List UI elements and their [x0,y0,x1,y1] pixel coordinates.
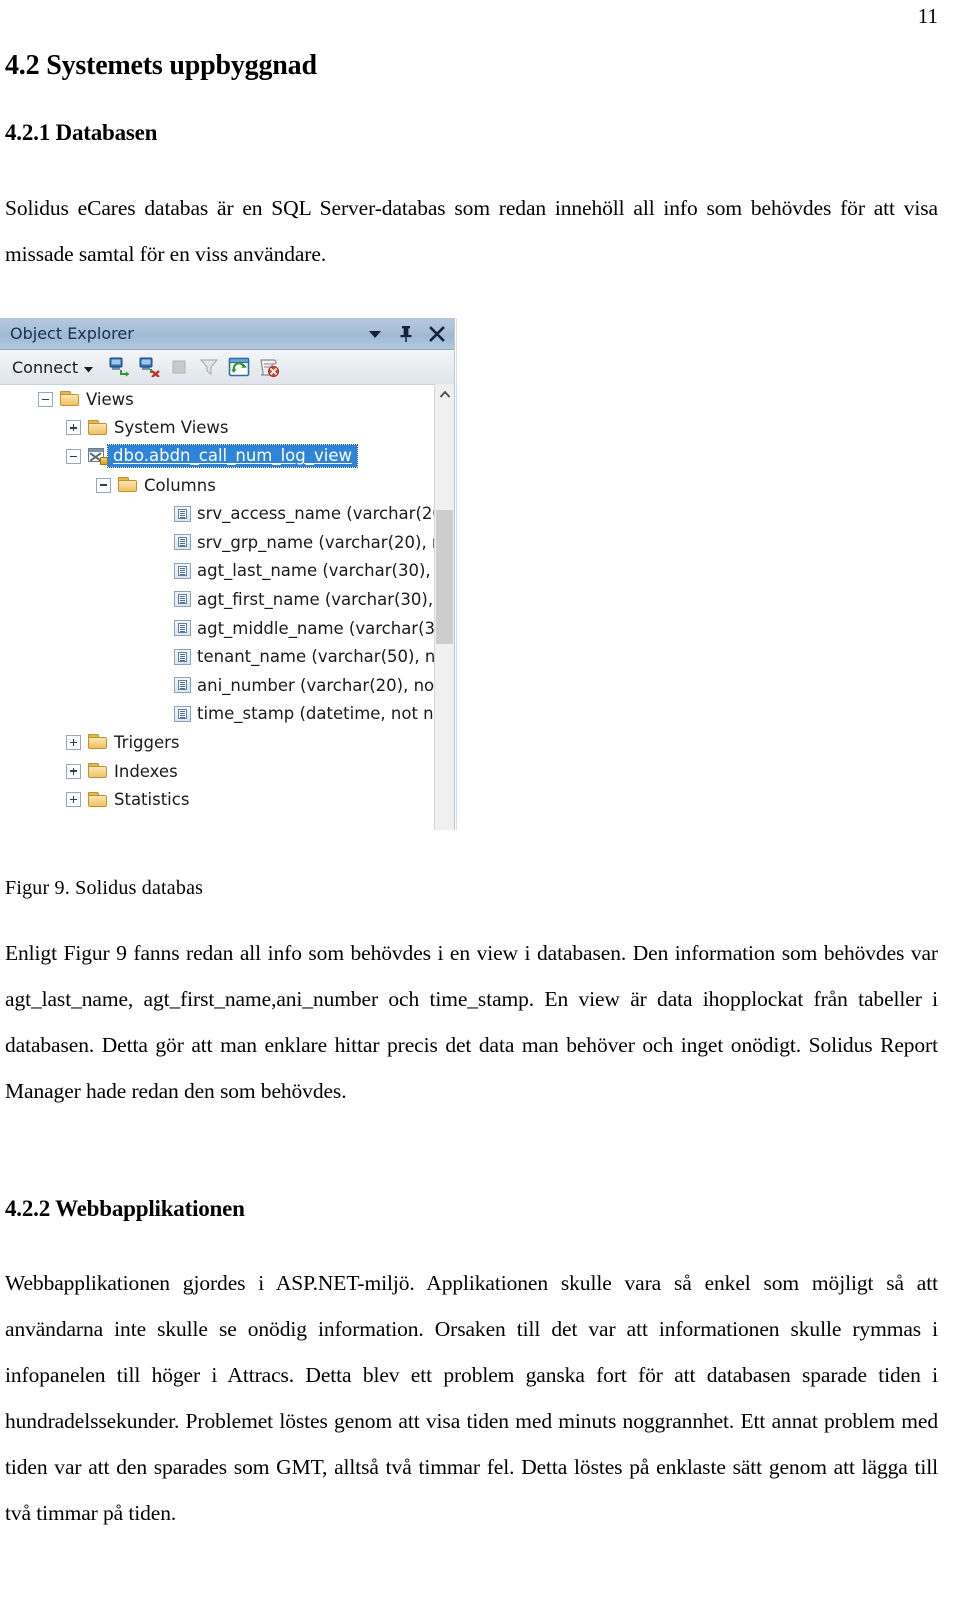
column-icon [174,648,191,665]
chevron-down-icon[interactable] [366,323,384,345]
document-content: 4.2 Systemets uppbyggnad 4.2.1 Databasen… [5,50,938,277]
tree-node-indexes[interactable]: Indexes [0,757,454,786]
expander-minus-icon[interactable] [96,477,111,493]
paragraph-intro: Solidus eCares databas är en SQL Server-… [5,195,938,266]
folder-icon [60,391,80,407]
expander-plus-icon[interactable] [66,763,81,779]
heading-4-2-2: 4.2.2 Webbapplikationen [5,1196,245,1221]
tree-node-triggers[interactable]: Triggers [0,728,454,757]
connect-caret-icon [84,358,94,377]
refresh-icon[interactable] [227,355,251,379]
page-number: 11 [917,4,938,28]
figure-caption: Figur 9. Solidus databas [5,877,204,899]
tree-node-column[interactable]: srv_access_name (varchar(20 [0,499,454,528]
tree-node-column[interactable]: agt_last_name (varchar(30), [0,557,454,586]
tree-node-label: Columns [144,475,216,495]
tree-node-label: time_stamp (datetime, not n [197,704,434,724]
tree-node-views[interactable]: Views [0,385,454,414]
tree-node-label: Views [86,389,134,409]
tree-node-abdn-call-num-log-view[interactable]: dbo.abdn_call_num_log_view [0,442,454,471]
expander-minus-icon[interactable] [66,448,81,464]
connect-button-label: Connect [12,357,79,377]
paragraph-after-figure: Enligt Figur 9 fanns redan all info som … [5,941,938,1103]
tree-node-label: tenant_name (varchar(50), n [197,647,436,667]
tree-node-label: ani_number (varchar(20), no [197,675,435,695]
scroll-up-arrow-icon[interactable] [435,384,454,404]
column-icon [174,620,191,637]
object-explorer-toolbar: Connect [0,350,454,385]
tree-node-column[interactable]: time_stamp (datetime, not n [0,700,454,729]
tree-node-label: System Views [114,418,229,438]
figure-right-edge [456,318,468,830]
document-page: 11 4.2 Systemets uppbyggnad 4.2.1 Databa… [0,0,960,1598]
paragraph-webapp: Webbapplikationen gjordes i ASP.NET-milj… [5,1271,938,1526]
heading-4-2-1: 4.2.1 Databasen [5,120,158,146]
titlebar-buttons [366,318,446,349]
tree-node-label: agt_last_name (varchar(30), [197,561,431,581]
connect-server-icon[interactable] [107,355,131,379]
stop-icon [167,355,191,379]
database-view-icon [88,447,108,465]
folder-icon [118,477,138,493]
object-explorer-panel: Object Explorer Connect Views System Vie… [0,318,455,831]
scrollbar-thumb[interactable] [436,510,453,644]
column-icon [174,705,191,722]
tree-node-column[interactable]: tenant_name (varchar(50), n [0,642,454,671]
tree-node-system-views[interactable]: System Views [0,414,454,443]
heading-4-2: 4.2 Systemets uppbyggnad [5,50,317,81]
column-icon [174,562,191,579]
connect-button[interactable]: Connect [8,356,97,379]
expander-plus-icon[interactable] [66,420,81,436]
object-explorer-titlebar: Object Explorer [0,318,454,350]
expander-plus-icon[interactable] [66,792,81,808]
figure-object-explorer: Object Explorer Connect Views System Vie… [0,318,468,831]
folder-icon [88,791,108,808]
tree-node-statistics[interactable]: Statistics [0,785,454,814]
tree-node-column[interactable]: agt_middle_name (varchar(3 [0,614,454,643]
disconnect-server-icon[interactable] [137,355,161,379]
close-icon[interactable] [428,323,446,345]
tree-vertical-scrollbar[interactable] [434,384,454,830]
pin-icon[interactable] [397,323,415,345]
tree-node-column[interactable]: srv_grp_name (varchar(20), n [0,528,454,557]
folder-icon [88,734,108,750]
tree-node-label: agt_first_name (varchar(30), [197,589,434,609]
tree-node-label: Statistics [114,790,190,810]
tree-node-column[interactable]: ani_number (varchar(20), no [0,671,454,700]
folder-icon [88,419,108,436]
tree-node-label: srv_grp_name (varchar(20), n [197,532,443,552]
document-content-lower: Figur 9. Solidus databas Enligt Figur 9 … [5,876,938,1536]
object-explorer-tree: Views System Views dbo.abdn_call_num_log… [0,385,454,831]
tree-node-label: Triggers [114,732,180,752]
filter-icon[interactable] [197,355,221,379]
tree-node-column[interactable]: agt_first_name (varchar(30), [0,585,454,614]
tree-node-label: dbo.abdn_call_num_log_view [106,444,359,469]
tree-node-label: agt_middle_name (varchar(3 [197,618,436,638]
script-report-icon[interactable] [257,355,281,379]
column-icon [174,534,191,551]
tree-node-label: srv_access_name (varchar(20 [197,504,443,524]
column-icon [174,677,191,694]
expander-minus-icon[interactable] [38,391,53,407]
folder-icon [88,763,108,779]
column-icon [174,591,191,608]
tree-node-label: Indexes [114,761,178,781]
object-explorer-title: Object Explorer [10,324,134,343]
tree-node-columns[interactable]: Columns [0,471,454,500]
column-icon [174,505,191,522]
expander-plus-icon[interactable] [66,734,81,750]
